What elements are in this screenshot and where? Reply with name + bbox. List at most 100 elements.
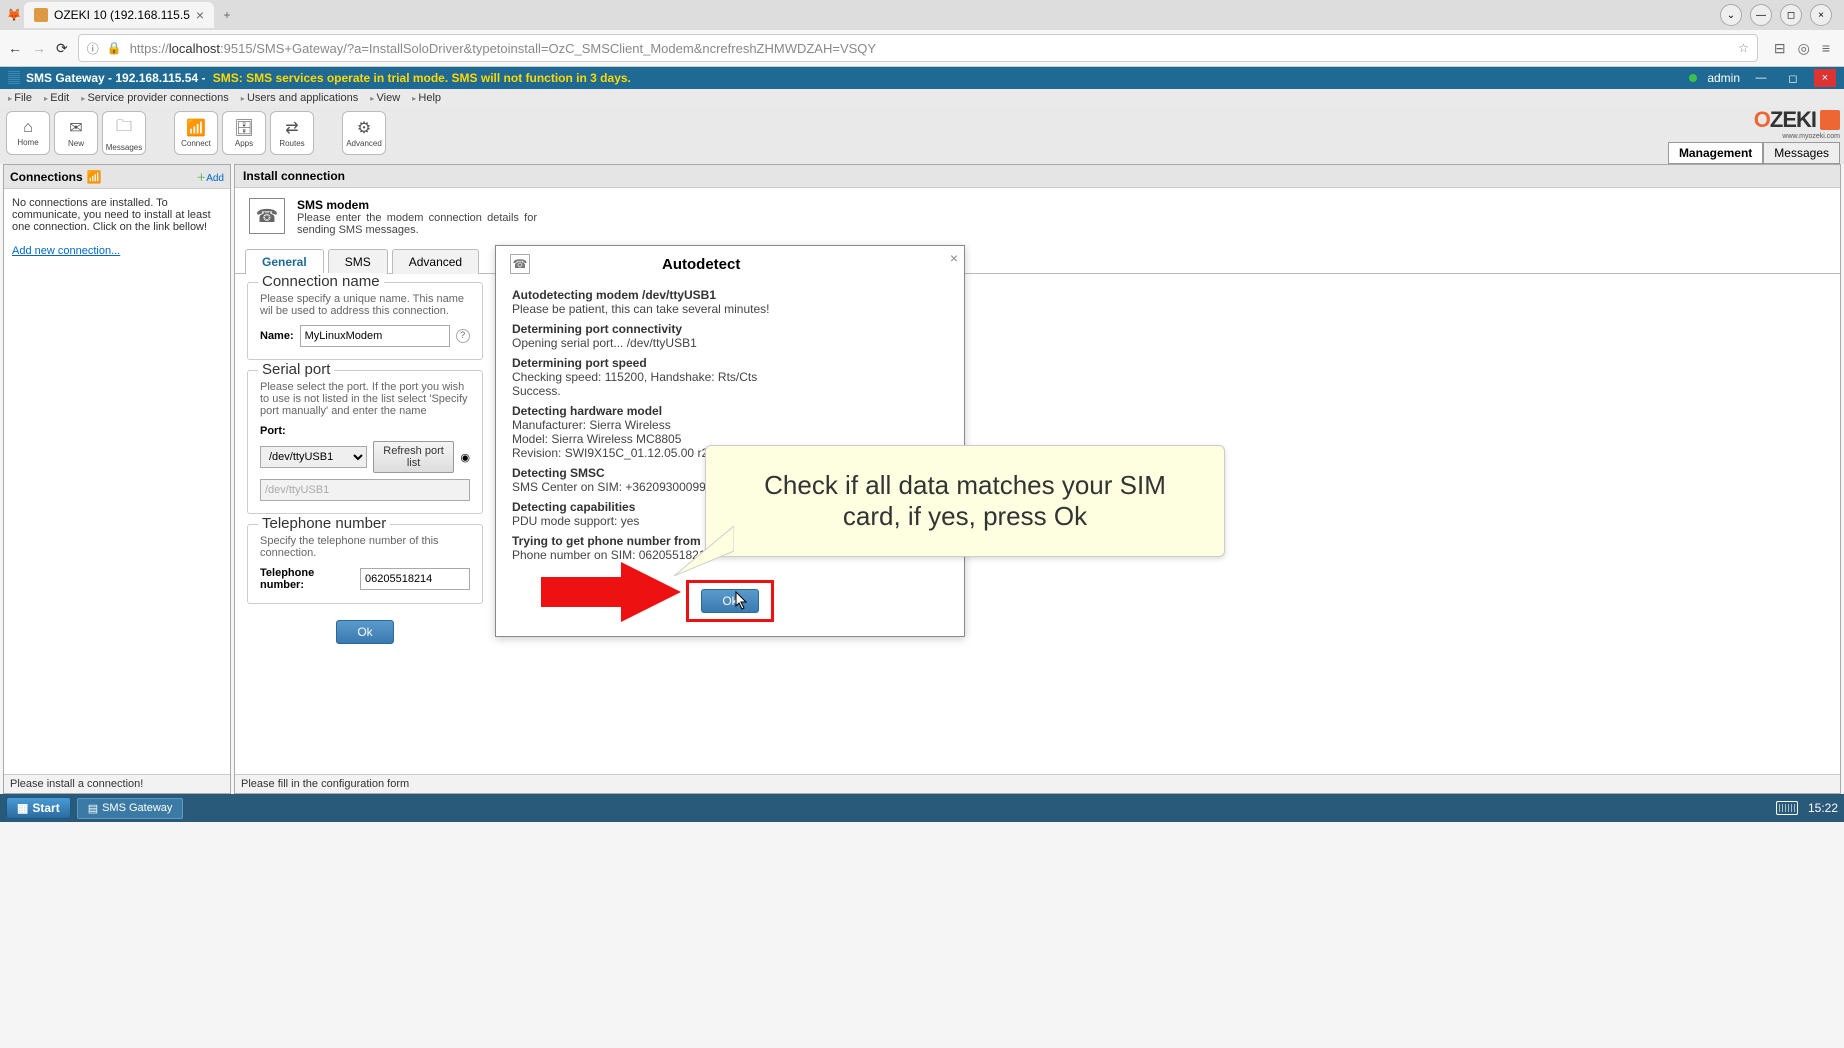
- url-text: https://localhost:9515/SMS+Gateway/?a=In…: [130, 41, 876, 56]
- menu-file[interactable]: File: [8, 92, 32, 104]
- add-link[interactable]: ＋Add: [196, 169, 224, 184]
- form-area: Connection name Please specify a unique …: [235, 274, 495, 664]
- dialog-close-button[interactable]: ×: [950, 250, 958, 266]
- callout-tail-icon: [674, 526, 734, 576]
- app-close-button[interactable]: ×: [1814, 69, 1836, 87]
- intro-block: ☎ SMS modem Please enter the modem conne…: [235, 188, 1840, 242]
- menu-bar: File Edit Service provider connections U…: [0, 89, 1844, 107]
- window-controls: ⌄ — ◻ ×: [1720, 4, 1840, 26]
- modem-icon: ☎: [249, 198, 285, 234]
- tab-bar: 🦊 OZEKI 10 (192.168.115.5 × + ⌄ — ◻ ×: [0, 0, 1844, 30]
- toolbar-advanced-button[interactable]: ⚙Advanced: [342, 111, 386, 155]
- toolbar-messages-button[interactable]: 🗀Messages: [102, 111, 146, 155]
- app-title: SMS Gateway - 192.168.115.54 - SMS: SMS …: [26, 71, 631, 85]
- tab-messages[interactable]: Messages: [1763, 142, 1840, 164]
- brand-sub: www.myozeki.com: [1782, 133, 1840, 140]
- grip-icon: [8, 71, 20, 85]
- bookmark-star-icon[interactable]: ☆: [1738, 41, 1749, 55]
- url-bar: ← → ⟳ ⓘ 🔒 https://localhost:9515/SMS+Gat…: [0, 30, 1844, 66]
- menu-icon[interactable]: ≡: [1822, 40, 1830, 57]
- browser-tabs-dropdown[interactable]: ⌄: [1720, 4, 1742, 26]
- browser-minimize-button[interactable]: —: [1750, 4, 1772, 26]
- forward-button: →: [32, 40, 46, 56]
- name-label: Name:: [260, 330, 294, 342]
- back-button[interactable]: ←: [8, 40, 22, 56]
- toolbar-routes-button[interactable]: ⇄Routes: [270, 111, 314, 155]
- name-input[interactable]: [300, 325, 450, 347]
- left-status: Please install a connection!: [4, 774, 230, 793]
- browser-maximize-button[interactable]: ◻: [1780, 4, 1802, 26]
- toolbar-connect-button[interactable]: 📶Connect: [174, 111, 218, 155]
- fieldset-telephone: Telephone number Specify the telephone n…: [247, 524, 483, 604]
- fieldset-connection-name: Connection name Please specify a unique …: [247, 282, 483, 360]
- add-new-connection-link[interactable]: Add new connection...: [12, 245, 120, 257]
- dialog-title: Autodetect: [662, 256, 740, 273]
- form-ok-button[interactable]: Ok: [336, 620, 393, 644]
- keyboard-icon[interactable]: [1776, 801, 1798, 815]
- toolbar-row: ⌂Home ✉New 🗀Messages 📶Connect 🗄Apps ⇄Rou…: [0, 107, 1844, 164]
- tab-management[interactable]: Management: [1668, 142, 1763, 164]
- antenna-icon: 📶: [186, 118, 206, 138]
- connections-title: Connections 📶 ＋Add: [4, 165, 230, 189]
- menu-help[interactable]: Help: [412, 92, 441, 104]
- menu-users[interactable]: Users and applications: [241, 92, 359, 104]
- tab-favicon-icon: [34, 8, 48, 22]
- tab-general[interactable]: General: [245, 249, 324, 274]
- toolbar-apps-button[interactable]: 🗄Apps: [222, 111, 266, 155]
- reload-button[interactable]: ⟳: [56, 40, 68, 57]
- autodetect-dialog: × ☎ Autodetect Autodetecting modem /dev/…: [495, 245, 965, 637]
- fieldset-serial-port: Serial port Please select the port. If t…: [247, 370, 483, 514]
- telephone-input[interactable]: [360, 568, 470, 590]
- new-tab-button[interactable]: +: [214, 8, 240, 22]
- pocket-icon[interactable]: ⊟: [1774, 40, 1786, 57]
- intro-title: SMS modem: [297, 198, 537, 212]
- start-button[interactable]: ▦Start: [6, 797, 71, 819]
- menu-service-provider[interactable]: Service provider connections: [81, 92, 229, 104]
- dialog-ok-button[interactable]: Ok: [701, 589, 758, 613]
- instruction-callout: Check if all data matches your SIM card,…: [705, 445, 1225, 557]
- messages-icon: 🗀: [116, 115, 132, 142]
- taskbar: ▦Start ▤SMS Gateway 15:22: [0, 794, 1844, 822]
- tab-advanced[interactable]: Advanced: [392, 249, 479, 274]
- app-header: SMS Gateway - 192.168.115.54 - SMS: SMS …: [0, 67, 1844, 89]
- install-connection-title: Install connection: [235, 165, 1840, 188]
- port-select[interactable]: /dev/ttyUSB1: [260, 446, 367, 468]
- autodetect-icon[interactable]: ◉: [460, 451, 470, 464]
- app-maximize-button[interactable]: ◻: [1782, 69, 1804, 87]
- toolbar: ⌂Home ✉New 🗀Messages 📶Connect 🗄Apps ⇄Rou…: [0, 107, 392, 164]
- tab-sms[interactable]: SMS: [328, 249, 388, 274]
- brand-area: OZEKI www.myozeki.com Management Message…: [1668, 107, 1844, 164]
- connections-icon: 📶: [87, 170, 102, 184]
- close-icon[interactable]: ×: [196, 7, 204, 23]
- red-arrow-annotation: [541, 562, 681, 622]
- browser-tab[interactable]: OZEKI 10 (192.168.115.5 ×: [24, 2, 214, 28]
- tab-title: OZEKI 10 (192.168.115.5: [54, 8, 190, 22]
- shield-icon: ⓘ: [87, 40, 99, 57]
- brand-square-icon: [1820, 110, 1840, 130]
- form-tabs: General SMS Advanced: [235, 248, 1840, 274]
- help-icon[interactable]: ?: [456, 329, 470, 343]
- connections-body: No connections are installed. To communi…: [4, 189, 230, 265]
- cursor-icon: [734, 590, 750, 610]
- task-sms-gateway[interactable]: ▤SMS Gateway: [77, 798, 184, 819]
- menu-view[interactable]: View: [370, 92, 400, 104]
- clock: 15:22: [1808, 801, 1838, 815]
- main-split: Connections 📶 ＋Add No connections are in…: [0, 164, 1844, 794]
- browser-close-button[interactable]: ×: [1810, 4, 1832, 26]
- toolbar-home-button[interactable]: ⌂Home: [6, 111, 50, 155]
- left-pane: Connections 📶 ＋Add No connections are in…: [3, 164, 231, 794]
- browser-chrome: 🦊 OZEKI 10 (192.168.115.5 × + ⌄ — ◻ × ← …: [0, 0, 1844, 67]
- menu-edit[interactable]: Edit: [44, 92, 69, 104]
- ok-highlight-box: Ok: [686, 580, 773, 622]
- refresh-port-button[interactable]: Refresh port list: [373, 441, 455, 473]
- brand-logo: OZEKI: [1754, 107, 1840, 133]
- toolbar-new-button[interactable]: ✉New: [54, 111, 98, 155]
- new-icon: ✉: [69, 118, 82, 138]
- account-icon[interactable]: ◎: [1798, 40, 1810, 57]
- start-icon: ▦: [17, 801, 28, 815]
- status-dot-icon: [1689, 74, 1697, 82]
- url-field[interactable]: ⓘ 🔒 https://localhost:9515/SMS+Gateway/?…: [78, 34, 1758, 62]
- user-label[interactable]: admin: [1707, 71, 1740, 85]
- app-minimize-button[interactable]: —: [1750, 69, 1772, 87]
- port-manual-input: [260, 479, 470, 501]
